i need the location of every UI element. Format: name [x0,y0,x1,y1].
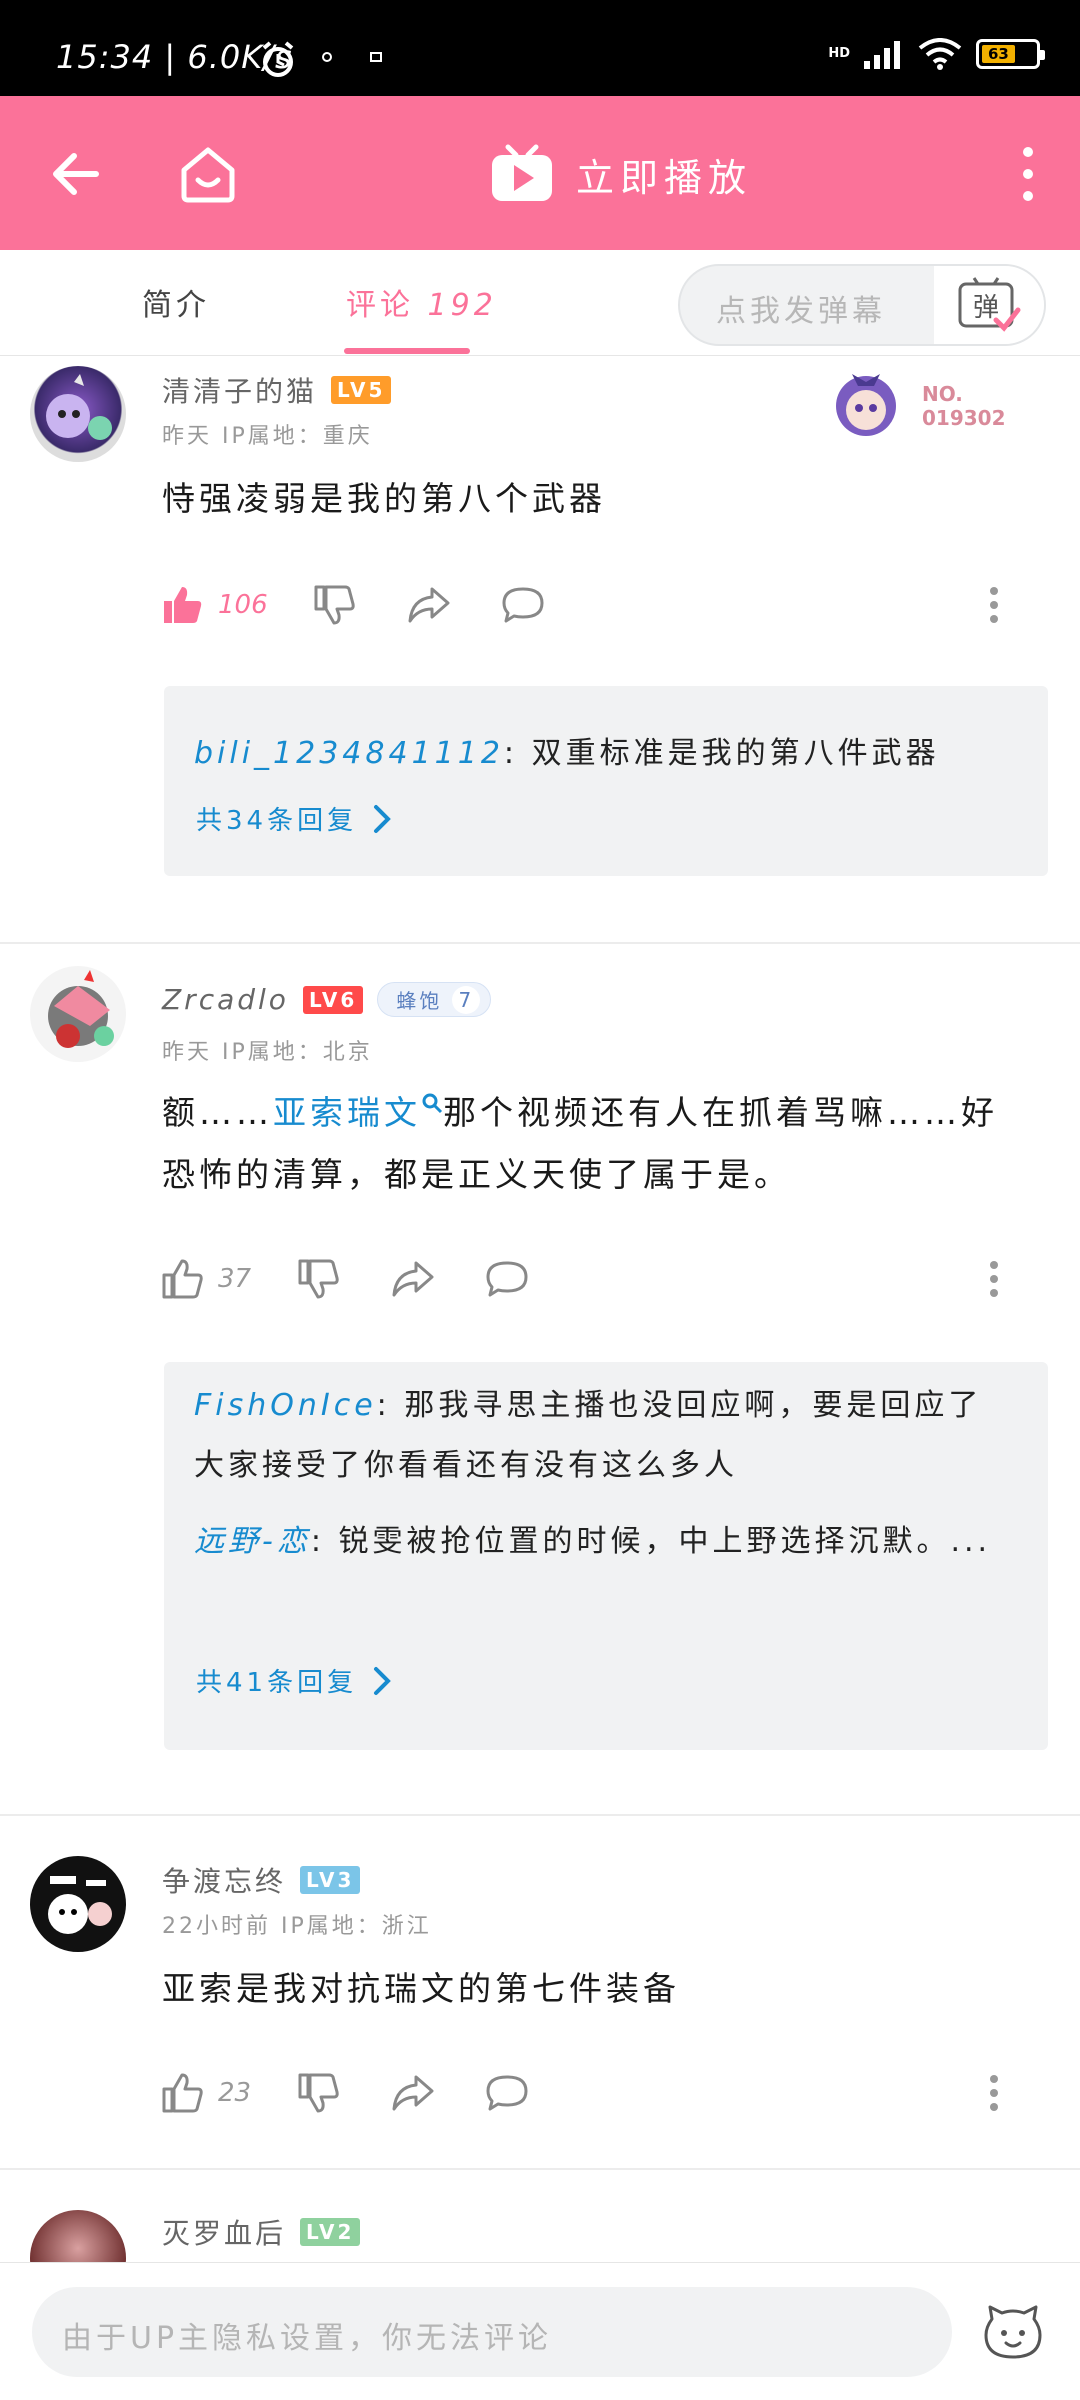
notification-icon [370,52,382,62]
comment-input-placeholder: 由于UP主隐私设置，你无法评论 [62,2321,553,2356]
danmaku-placeholder: 点我发弹幕 [716,294,886,329]
tab-bar: 简介 评论 192 点我发弹幕 弹 [0,250,1080,356]
thumb-up-icon [162,2073,203,2113]
danmaku-input-box[interactable]: 点我发弹幕 弹 [678,264,1046,346]
thumb-down-icon [298,2073,339,2113]
chevron-right-icon [374,804,391,833]
reply-item: bili_1234841112: 双重标准是我的第八件武器 [194,736,940,771]
thumb-down-icon [298,1259,339,1299]
dislike-button[interactable] [296,1254,340,1304]
comment-text: 额……亚索瑞文 那个视频还有人在抓着骂嘛……好恐怖的清算，都是正义天使了属于是。 [162,1093,998,1194]
battery-icon: 63 [976,39,1045,69]
like-button[interactable]: 37 [160,1254,251,1304]
comment-bubble-icon [486,1261,528,1297]
more-vertical-icon [990,2075,998,2111]
search-keyword-link[interactable]: 亚索瑞文 [273,1093,443,1132]
share-icon [392,1261,434,1297]
network-type: HD [828,46,850,61]
emoji-icon[interactable] [982,2301,1044,2363]
comment-actions: 37 [160,1254,1040,1304]
avatar[interactable] [30,1856,126,1952]
avatar[interactable] [30,366,126,462]
more-vertical-icon [990,1261,998,1297]
reply-item: FishOnIce: 那我寻思主播也没回应啊，要是回应了大家接受了你看看还有没有… [194,1388,983,1483]
avatar[interactable] [30,966,126,1062]
comment-input-bar: 由于UP主隐私设置，你无法评论 [0,2262,1080,2400]
chevron-right-icon [374,1666,391,1695]
thumb-up-icon [164,587,202,623]
video-header: 立即播放 [0,96,1080,250]
comment-username[interactable]: 争渡忘终 LV3 [162,1860,361,1900]
active-tab-indicator [344,348,470,354]
reply-button[interactable] [484,2068,530,2118]
comment-username[interactable]: Zrcadlo LV6 蜂饱 7 [162,982,492,1017]
level-badge: LV6 [302,985,364,1014]
level-badge: LV2 [300,2218,361,2246]
home-icon[interactable] [174,140,242,208]
tab-intro[interactable]: 简介 [142,280,210,324]
play-now-button[interactable]: 立即播放 [490,142,752,206]
reply-preview[interactable]: bili_1234841112: 双重标准是我的第八件武器 共34条回复 [164,686,1048,876]
more-options-icon[interactable] [1018,146,1038,202]
fan-medal-badge[interactable]: 蜂饱 7 [377,982,492,1017]
search-icon [422,1093,443,1114]
like-button[interactable]: 106 [160,580,268,630]
fan-badge-avatar-icon [836,374,896,436]
comment-input[interactable]: 由于UP主隐私设置，你无法评论 [32,2287,952,2377]
comment-meta: 22小时前 IP属地：浙江 [162,1914,432,1939]
comment-item: Zrcadlo LV6 蜂饱 7 昨天 IP属地：北京 额……亚索瑞文 那个视频还有… [0,944,1080,1814]
danmaku-toggle-button[interactable]: 弹 [934,266,1044,344]
like-button[interactable]: 23 [160,2068,251,2118]
comment-bubble-icon [486,2075,528,2111]
comment-more-button[interactable] [986,2068,1002,2118]
notification-icon [322,52,332,62]
reply-item: 远野-恋: 锐雯被抢位置的时候，中上野选择沉默。... [194,1524,992,1559]
more-vertical-icon [990,587,998,623]
danmaku-icon: 弹 [958,277,1021,332]
share-icon [392,2075,434,2111]
comment-actions: 106 [160,580,1040,630]
comment-item: 清清子的猫 LV5 昨天 IP属地：重庆 NO. 019302 恃强凌弱是我的第八个… [0,356,1080,942]
share-button[interactable] [390,1254,436,1304]
reply-button[interactable] [484,1254,530,1304]
avatar[interactable] [30,2210,126,2262]
comment-meta: 昨天 IP属地：北京 [162,1040,373,1065]
thumb-down-icon [314,585,355,625]
share-button[interactable] [390,2068,436,2118]
signal-icon [864,41,900,69]
comment-bubble-icon [502,587,544,623]
fan-number-badge: NO. 019302 [826,358,1026,448]
level-badge: LV5 [331,376,392,404]
alarm-icon [262,41,294,77]
status-bar: 15:34 | 6.0K/s HD 63 [0,0,1080,96]
comment-username[interactable]: 灭罗血后 LV2 [162,2212,361,2252]
comment-text: 恃强凌弱是我的第八个武器 [162,479,606,518]
reply-preview[interactable]: FishOnIce: 那我寻思主播也没回应啊，要是回应了大家接受了你看看还有没有… [164,1362,1048,1750]
comment-meta: 昨天 IP属地：重庆 [162,424,373,449]
comment-text: 亚索是我对抗瑞文的第七件装备 [162,1969,680,2008]
back-arrow-icon[interactable] [46,142,110,206]
comment-item: 争渡忘终 LV3 22小时前 IP属地：浙江 亚索是我对抗瑞文的第七件装备 23 [0,1816,1080,2168]
tv-play-icon [492,144,552,201]
play-now-label: 立即播放 [576,155,753,200]
share-icon [408,587,450,623]
view-more-replies[interactable]: 共41条回复 [196,1662,391,1699]
comment-actions: 23 [160,2068,1040,2118]
share-button[interactable] [406,580,452,630]
tab-comments[interactable]: 评论 192 [346,280,497,324]
view-more-replies[interactable]: 共34条回复 [196,800,391,837]
wifi-icon [918,38,962,70]
reply-button[interactable] [500,580,546,630]
comment-more-button[interactable] [986,580,1002,630]
level-badge: LV3 [300,1866,361,1894]
comment-more-button[interactable] [986,1254,1002,1304]
dislike-button[interactable] [312,580,356,630]
comment-username[interactable]: 清清子的猫 LV5 [162,370,392,410]
comment-item: 灭罗血后 LV2 [0,2170,1080,2262]
dislike-button[interactable] [296,2068,340,2118]
thumb-up-icon [162,1259,203,1299]
